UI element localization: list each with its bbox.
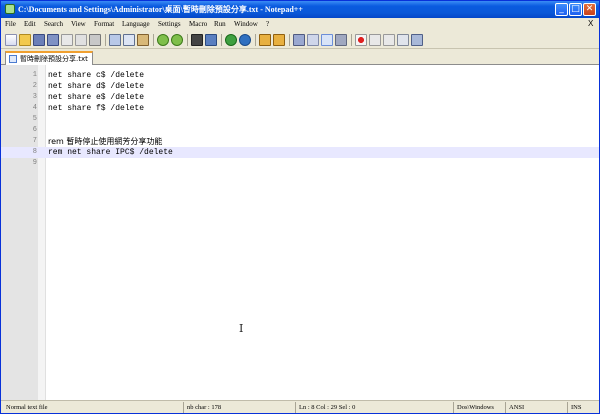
- status-bar: Normal text file nb char : 178 Ln : 8 Co…: [1, 400, 599, 413]
- line-number: 3: [32, 93, 37, 101]
- menu-macro[interactable]: Macro: [189, 20, 207, 28]
- sync-vertical-icon[interactable]: [259, 34, 271, 46]
- find-icon[interactable]: [191, 34, 203, 46]
- indent-guide-icon[interactable]: [321, 34, 333, 46]
- stop-record-icon[interactable]: [369, 34, 381, 46]
- line-text: rem 暫時停止使用網芳分享功能: [48, 137, 163, 146]
- status-eol: Dos\Windows: [453, 402, 503, 413]
- editor-line: 9: [1, 158, 599, 169]
- line-number: 7: [32, 137, 37, 145]
- status-file-type: Normal text file: [6, 404, 48, 411]
- maximize-button[interactable]: □: [569, 3, 582, 16]
- editor-line: 3 net share e$ /delete: [1, 92, 599, 103]
- editor-line: 5: [1, 114, 599, 125]
- menu-language[interactable]: Language: [122, 20, 150, 28]
- line-number: 2: [32, 82, 37, 90]
- menu-view[interactable]: View: [71, 20, 86, 28]
- close-document-button[interactable]: X: [588, 19, 593, 28]
- tab-label: 暫時刪除預設分享.txt: [20, 55, 88, 63]
- copy-icon[interactable]: [123, 34, 135, 46]
- line-number: 8: [32, 148, 37, 156]
- replace-icon[interactable]: [205, 34, 217, 46]
- redo-icon[interactable]: [171, 34, 183, 46]
- menu-edit[interactable]: Edit: [24, 20, 36, 28]
- save-macro-icon[interactable]: [411, 34, 423, 46]
- line-number: 6: [32, 126, 37, 134]
- editor-line-current: 8 rem net share IPC$ /delete: [1, 147, 599, 158]
- editor-line: 4 net share f$ /delete: [1, 103, 599, 114]
- close-all-icon[interactable]: [75, 34, 87, 46]
- status-length: nb char : 178: [183, 402, 293, 413]
- editor-line: 7 rem 暫時停止使用網芳分享功能: [1, 136, 599, 147]
- zoom-in-icon[interactable]: [225, 34, 237, 46]
- word-wrap-icon[interactable]: [293, 34, 305, 46]
- record-macro-icon[interactable]: [355, 34, 367, 46]
- line-number: 9: [32, 159, 37, 167]
- close-icon[interactable]: [61, 34, 73, 46]
- line-number: 5: [32, 115, 37, 123]
- minimize-button[interactable]: _: [555, 3, 568, 16]
- notepad-window: C:\Documents and Settings\Administrator\…: [0, 0, 600, 414]
- zoom-out-icon[interactable]: [239, 34, 251, 46]
- text-cursor-icon: I: [239, 322, 244, 335]
- menu-bar: File Edit Search View Format Language Se…: [1, 18, 599, 31]
- editor-line: 1 net share c$ /delete: [1, 70, 599, 81]
- menu-help[interactable]: ?: [266, 20, 269, 28]
- tab-bar: 暫時刪除預設分享.txt: [1, 49, 599, 65]
- menu-run[interactable]: Run: [214, 20, 226, 28]
- save-all-icon[interactable]: [47, 34, 59, 46]
- status-mode: INS: [567, 402, 597, 413]
- menu-search[interactable]: Search: [44, 20, 63, 28]
- editor-line: 6: [1, 125, 599, 136]
- cut-icon[interactable]: [109, 34, 121, 46]
- menu-file[interactable]: File: [5, 20, 16, 28]
- open-file-icon[interactable]: [19, 34, 31, 46]
- toolbar: [1, 31, 599, 49]
- notepad-app-icon[interactable]: [5, 4, 15, 14]
- print-icon[interactable]: [89, 34, 101, 46]
- sync-horizontal-icon[interactable]: [273, 34, 285, 46]
- status-encoding: ANSI: [505, 402, 567, 413]
- status-position: Ln : 8 Col : 29 Sel : 0: [295, 402, 451, 413]
- play-macro-icon[interactable]: [383, 34, 395, 46]
- line-text: net share c$ /delete: [48, 71, 145, 80]
- editor-area[interactable]: 1 net share c$ /delete 2 net share d$ /d…: [1, 65, 599, 400]
- undo-icon[interactable]: [157, 34, 169, 46]
- show-all-chars-icon[interactable]: [307, 34, 319, 46]
- document-icon: [9, 55, 17, 63]
- save-icon[interactable]: [33, 34, 45, 46]
- line-text: net share e$ /delete: [48, 93, 145, 102]
- new-file-icon[interactable]: [5, 34, 17, 46]
- user-lang-icon[interactable]: [335, 34, 347, 46]
- window-title: C:\Documents and Settings\Administrator\…: [18, 5, 303, 14]
- tab-document[interactable]: 暫時刪除預設分享.txt: [5, 51, 93, 65]
- title-bar[interactable]: C:\Documents and Settings\Administrator\…: [1, 1, 599, 18]
- line-number: 1: [32, 71, 37, 79]
- editor-line: 2 net share d$ /delete: [1, 81, 599, 92]
- paste-icon[interactable]: [137, 34, 149, 46]
- close-window-button[interactable]: ✕: [583, 3, 596, 16]
- line-text: net share d$ /delete: [48, 82, 145, 91]
- run-macro-multiple-icon[interactable]: [397, 34, 409, 46]
- menu-format[interactable]: Format: [94, 20, 114, 28]
- menu-settings[interactable]: Settings: [158, 20, 181, 28]
- line-number: 4: [32, 104, 37, 112]
- line-text: rem net share IPC$ /delete: [48, 148, 173, 157]
- menu-window[interactable]: Window: [234, 20, 258, 28]
- line-text: net share f$ /delete: [48, 104, 145, 113]
